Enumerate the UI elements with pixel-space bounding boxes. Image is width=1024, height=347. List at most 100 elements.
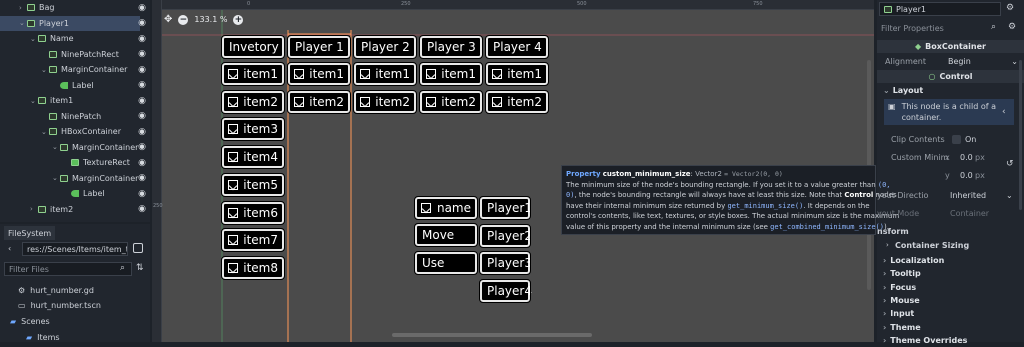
- alignment-select[interactable]: Begin ⌄: [944, 55, 1022, 68]
- visibility-eye-icon[interactable]: ◉: [138, 80, 146, 90]
- section-control[interactable]: ○ Control: [877, 70, 1024, 83]
- file-item[interactable]: ⚙ hurt_number.gd: [18, 283, 94, 297]
- tree-item[interactable]: ⌄ MarginContainer ◉: [0, 171, 146, 186]
- player-item[interactable]: item1: [485, 62, 549, 86]
- inspector-category[interactable]: › Localization: [877, 254, 1024, 267]
- file-item[interactable]: ▰ Scenes: [10, 314, 50, 328]
- inventory-header-3[interactable]: Player 3: [419, 35, 483, 59]
- move-handle-icon[interactable]: ✥: [164, 14, 172, 25]
- min-size-y-value[interactable]: 0.0: [960, 171, 973, 180]
- player-item[interactable]: item2: [353, 89, 417, 114]
- category-transform[interactable]: nsform: [877, 227, 909, 236]
- filesystem-filter-input[interactable]: Filter Files: [4, 262, 132, 276]
- sort-icon[interactable]: ⇅: [136, 263, 144, 273]
- filesystem-path-input[interactable]: res://Scenes/Items/item_t: [22, 242, 128, 256]
- clip-contents-checkbox[interactable]: [952, 135, 961, 144]
- tree-item[interactable]: NinePatchRect ◉: [0, 47, 146, 62]
- visibility-eye-icon[interactable]: ◉: [138, 65, 146, 75]
- player-item[interactable]: item1: [419, 62, 483, 86]
- tree-item[interactable]: ⌄ item1 ◉: [0, 93, 146, 108]
- chevron-icon[interactable]: ⌄: [30, 97, 38, 105]
- visibility-eye-icon[interactable]: ◉: [138, 18, 146, 28]
- visibility-eye-icon[interactable]: ◉: [138, 111, 146, 121]
- inspector-category[interactable]: › Theme: [877, 321, 1024, 334]
- tree-item[interactable]: Label ◉: [0, 78, 146, 93]
- inspector-category[interactable]: › Tooltip: [877, 267, 1024, 280]
- chevron-icon[interactable]: ⌄: [52, 143, 60, 151]
- player-item[interactable]: item2: [485, 89, 549, 114]
- player-item[interactable]: item1: [287, 62, 351, 86]
- visibility-eye-icon[interactable]: ◉: [138, 142, 146, 152]
- chevron-left-icon[interactable]: ‹: [1002, 107, 1006, 117]
- menu-button[interactable]: Use: [414, 250, 478, 275]
- inspector-category[interactable]: › Focus: [877, 281, 1024, 294]
- tree-item[interactable]: › Bag ◉: [0, 0, 146, 15]
- visibility-eye-icon[interactable]: ◉: [138, 204, 146, 214]
- split-view-icon[interactable]: [133, 243, 143, 253]
- category-layout[interactable]: ⌄ Layout: [877, 84, 1024, 97]
- min-size-x-value[interactable]: 0.0: [960, 153, 973, 162]
- history-icon[interactable]: ⚙: [1006, 3, 1014, 13]
- inventory-item[interactable]: item3: [221, 117, 285, 142]
- chevron-icon[interactable]: ⌄: [41, 66, 49, 74]
- tab-filesystem[interactable]: FileSystem: [4, 226, 56, 240]
- player-item[interactable]: item2: [419, 89, 483, 114]
- chevron-icon[interactable]: ›: [30, 205, 38, 213]
- category-container-sizing[interactable]: Container Sizing: [895, 241, 969, 250]
- inventory-item[interactable]: item2: [221, 89, 285, 114]
- inventory-header-4[interactable]: Player 4: [485, 35, 549, 59]
- tree-item[interactable]: Label ◉: [0, 186, 146, 201]
- visibility-eye-icon[interactable]: ◉: [138, 189, 146, 199]
- inventory-header-1[interactable]: Player 1: [287, 35, 351, 59]
- tree-item[interactable]: ⌄ Player1 ◉: [0, 15, 146, 31]
- player-select-button[interactable]: Player3: [479, 251, 532, 275]
- inventory-header-0[interactable]: Invetory: [221, 35, 285, 59]
- tree-item[interactable]: › item2 ◉: [0, 202, 146, 217]
- reset-icon[interactable]: ↺: [1006, 159, 1014, 169]
- inventory-item[interactable]: item7: [221, 228, 285, 253]
- visibility-eye-icon[interactable]: ◉: [138, 96, 146, 106]
- visibility-eye-icon[interactable]: ◉: [138, 3, 146, 13]
- inventory-item[interactable]: item5: [221, 172, 285, 197]
- inventory-item[interactable]: item1: [221, 62, 285, 86]
- zoom-level[interactable]: 133.1 %: [194, 15, 227, 24]
- visibility-eye-icon[interactable]: ◉: [138, 34, 146, 44]
- zoom-out-icon[interactable]: −: [178, 14, 189, 25]
- visibility-eye-icon[interactable]: ◉: [138, 49, 146, 59]
- visibility-eye-icon[interactable]: ◉: [138, 127, 146, 137]
- chevron-icon[interactable]: ⌄: [41, 128, 49, 136]
- inventory-item[interactable]: item6: [221, 200, 285, 225]
- player-select-button[interactable]: Player2: [479, 223, 532, 248]
- zoom-in-icon[interactable]: +: [233, 14, 244, 25]
- menu-button[interactable]: Move: [414, 223, 478, 247]
- inventory-header-2[interactable]: Player 2: [353, 35, 417, 59]
- inspector-category[interactable]: › Theme Overrides: [877, 334, 1024, 347]
- back-arrow-icon[interactable]: ‹: [8, 244, 11, 253]
- name-button[interactable]: name: [414, 196, 478, 220]
- inventory-item[interactable]: item4: [221, 145, 285, 170]
- inspector-scrollbar[interactable]: [1019, 60, 1022, 210]
- chevron-icon[interactable]: ⌄: [19, 19, 27, 27]
- chevron-icon[interactable]: ›: [19, 4, 27, 12]
- section-boxcontainer[interactable]: ◆ BoxContainer: [877, 40, 1024, 53]
- layout-direction-value[interactable]: Inherited: [950, 191, 986, 200]
- tree-item[interactable]: ⌄ MarginContainer ◉: [0, 62, 146, 77]
- chevron-icon[interactable]: ⌄: [52, 174, 60, 182]
- visibility-eye-icon[interactable]: ◉: [138, 158, 146, 168]
- tree-item[interactable]: ⌄ HBoxContainer ◉: [0, 124, 146, 139]
- settings-icon[interactable]: ⚙: [1008, 22, 1016, 32]
- inventory-item[interactable]: item8: [221, 255, 285, 280]
- file-item[interactable]: ▭ hurt_number.tscn: [18, 298, 101, 312]
- player-item[interactable]: item2: [287, 89, 351, 114]
- visibility-eye-icon[interactable]: ◉: [138, 173, 146, 183]
- inspector-node-selector[interactable]: Player1: [879, 2, 1001, 16]
- tree-item[interactable]: NinePatch ◉: [0, 109, 146, 124]
- tree-item[interactable]: ⌄ Name ◉: [0, 31, 146, 46]
- tree-item[interactable]: ⌄ MarginContainer ◉: [0, 140, 146, 155]
- tree-item[interactable]: TextureRect ◉: [0, 155, 146, 170]
- player-item[interactable]: item1: [353, 62, 417, 86]
- player-select-button[interactable]: Player1: [479, 196, 532, 220]
- chevron-icon[interactable]: ⌄: [30, 35, 38, 43]
- inspector-category[interactable]: › Input: [877, 307, 1024, 320]
- inspector-category[interactable]: › Mouse: [877, 294, 1024, 307]
